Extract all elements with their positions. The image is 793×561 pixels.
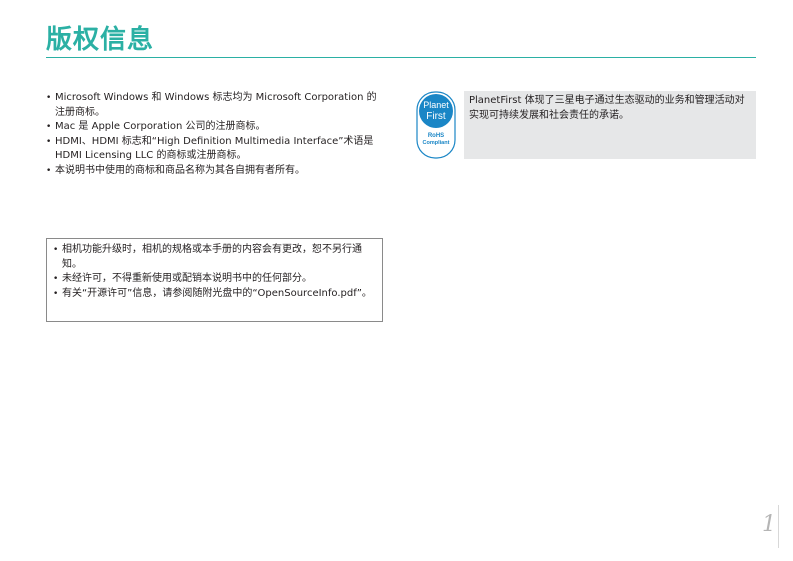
page-number-rule	[778, 505, 779, 548]
notice-box: 相机功能升级时，相机的规格或本手册的内容会有更改，恕不另行通知。 未经许可，不得…	[46, 238, 383, 322]
trademark-item: HDMI、HDMI 标志和“High Definition Multimedia…	[46, 135, 386, 164]
notice-item: 未经许可，不得重新使用或配销本说明书中的任何部分。	[53, 272, 376, 287]
notice-item: 相机功能升级时，相机的规格或本手册的内容会有更改，恕不另行通知。	[53, 243, 376, 272]
planetfirst-logo-word1: Planet	[423, 100, 449, 110]
title-underline	[46, 57, 756, 58]
planetfirst-description: PlanetFirst 体现了三星电子通过生态驱动的业务和管理活动对实现可持续发…	[464, 91, 756, 159]
page-number: 1	[762, 512, 776, 537]
notice-item: 有关“开源许可”信息，请参阅随附光盘中的“OpenSourceInfo.pdf”…	[53, 287, 376, 302]
trademark-item: Mac 是 Apple Corporation 公司的注册商标。	[46, 120, 386, 135]
planetfirst-logo-compliant: Compliant	[423, 140, 450, 146]
trademark-list: Microsoft Windows 和 Windows 标志均为 Microso…	[46, 91, 386, 178]
planetfirst-logo: Planet First RoHS Compliant	[416, 91, 456, 159]
page-title: 版权信息	[46, 25, 155, 55]
planetfirst-logo-word2: First	[426, 111, 446, 122]
planetfirst-logo-rohs: RoHS	[428, 133, 444, 139]
trademark-item: 本说明书中使用的商标和商品名称为其各自拥有者所有。	[46, 164, 386, 179]
trademark-item: Microsoft Windows 和 Windows 标志均为 Microso…	[46, 91, 386, 120]
